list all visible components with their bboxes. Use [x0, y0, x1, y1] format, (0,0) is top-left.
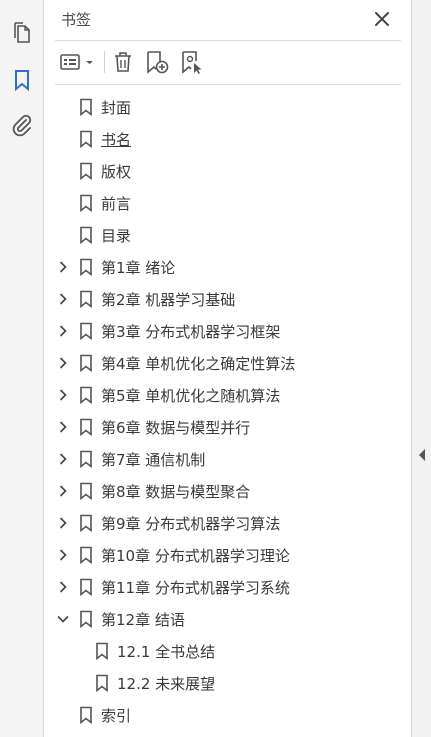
- chevron-down-icon[interactable]: [55, 611, 71, 627]
- chevron-right-icon[interactable]: [55, 451, 71, 467]
- bookmarks-toolbar: [45, 41, 411, 83]
- bookmark-label: 书名: [101, 131, 132, 149]
- bookmark-label: 第10章 分布式机器学习理论: [101, 547, 290, 565]
- bookmark-icon: [15, 70, 29, 91]
- bookmark-icon: [95, 642, 109, 661]
- bookmark-icon: [79, 514, 93, 533]
- chevron-right-icon[interactable]: [55, 483, 71, 499]
- chevron-right-icon[interactable]: [55, 547, 71, 563]
- new-bookmark-icon: [147, 51, 169, 74]
- close-icon: [375, 12, 389, 26]
- list-options-icon: [60, 54, 93, 70]
- bookmark-icon: [79, 482, 93, 501]
- bookmark-from-selection-button[interactable]: [179, 49, 205, 75]
- bookmark-label: 第12章 结语: [101, 611, 185, 629]
- bookmark-icon: [79, 610, 93, 629]
- chevron-right-icon[interactable]: [55, 259, 71, 275]
- bookmark-icon: [79, 290, 93, 309]
- bookmark-item[interactable]: 第4章 单机优化之确定性算法: [45, 347, 411, 379]
- bookmark-icon: [95, 674, 109, 693]
- pages-icon: [14, 22, 30, 43]
- bookmark-icon: [79, 194, 93, 213]
- bookmark-icon: [79, 386, 93, 405]
- bookmark-icon: [79, 258, 93, 277]
- chevron-right-icon[interactable]: [55, 419, 71, 435]
- chevron-right-icon[interactable]: [55, 291, 71, 307]
- bookmark-icon: [79, 130, 93, 149]
- bookmark-item[interactable]: 目录: [45, 219, 411, 251]
- bookmark-item[interactable]: 第10章 分布式机器学习理论: [45, 539, 411, 571]
- bookmark-item[interactable]: 第2章 机器学习基础: [45, 283, 411, 315]
- bookmarks-panel: 书签 封面 书名 版权 前言 目录 第1章 绪论 第2章 机器学习基础 第3章 …: [45, 0, 411, 737]
- trash-icon: [115, 52, 131, 72]
- toolbar-divider: [55, 84, 401, 85]
- chevron-right-icon[interactable]: [55, 323, 71, 339]
- bookmark-label: 版权: [101, 163, 132, 181]
- bookmark-item[interactable]: 12.1 全书总结: [45, 635, 411, 667]
- panel-header: 书签: [45, 0, 411, 40]
- bookmark-item[interactable]: 第1章 绪论: [45, 251, 411, 283]
- bookmark-label: 第3章 分布式机器学习框架: [101, 323, 281, 341]
- bookmark-item[interactable]: 第8章 数据与模型聚合: [45, 475, 411, 507]
- panel-title: 书签: [61, 11, 92, 29]
- toolbar-separator: [104, 51, 105, 73]
- bookmark-selection-icon: [182, 51, 202, 74]
- bookmark-item[interactable]: 版权: [45, 155, 411, 187]
- bookmark-item[interactable]: 12.2 未来展望: [45, 667, 411, 699]
- bookmark-icon: [79, 450, 93, 469]
- bookmark-item[interactable]: 第12章 结语: [45, 603, 411, 635]
- bookmark-label: 第5章 单机优化之随机算法: [101, 387, 281, 405]
- new-bookmark-button[interactable]: [144, 49, 170, 75]
- bookmark-label: 索引: [101, 707, 132, 725]
- bookmark-label: 第1章 绪论: [101, 259, 176, 277]
- bookmark-icon: [79, 354, 93, 373]
- bookmark-icon: [79, 162, 93, 181]
- bookmark-label: 第7章 通信机制: [101, 451, 206, 469]
- bookmark-item[interactable]: 第7章 通信机制: [45, 443, 411, 475]
- navigation-rail: [0, 0, 44, 737]
- bookmark-label: 第4章 单机优化之确定性算法: [101, 355, 296, 373]
- bookmark-item[interactable]: 第6章 数据与模型并行: [45, 411, 411, 443]
- chevron-right-icon[interactable]: [55, 579, 71, 595]
- page-thumbnails-button[interactable]: [8, 19, 36, 47]
- bookmark-label: 前言: [101, 195, 132, 213]
- bookmark-icon: [79, 578, 93, 597]
- bookmark-label: 目录: [101, 227, 132, 245]
- bookmark-item[interactable]: 前言: [45, 187, 411, 219]
- attachment-icon: [12, 114, 32, 137]
- bookmark-label: 第6章 数据与模型并行: [101, 419, 251, 437]
- bookmark-icon: [79, 418, 93, 437]
- chevron-right-icon[interactable]: [55, 387, 71, 403]
- bookmark-item[interactable]: 封面: [45, 91, 411, 123]
- close-panel-button[interactable]: [371, 8, 393, 30]
- bookmark-label: 第11章 分布式机器学习系统: [101, 579, 290, 597]
- chevron-right-icon[interactable]: [55, 515, 71, 531]
- bookmarks-button[interactable]: [8, 66, 36, 94]
- bookmark-icon: [79, 706, 93, 725]
- bookmark-item[interactable]: 第5章 单机优化之随机算法: [45, 379, 411, 411]
- bookmark-icon: [79, 226, 93, 245]
- bookmark-icon: [79, 98, 93, 117]
- delete-bookmark-button[interactable]: [111, 49, 135, 75]
- bookmark-label: 第9章 分布式机器学习算法: [101, 515, 281, 533]
- bookmark-label: 第8章 数据与模型聚合: [101, 483, 251, 501]
- bookmark-item[interactable]: 书名: [45, 123, 411, 155]
- bookmark-icon: [79, 546, 93, 565]
- chevron-right-icon[interactable]: [55, 355, 71, 371]
- bookmark-label: 12.2 未来展望: [117, 675, 216, 693]
- collapse-left-arrow-icon[interactable]: [417, 448, 427, 462]
- bookmark-icon: [79, 322, 93, 341]
- options-menu-button[interactable]: [59, 49, 97, 75]
- bookmark-item[interactable]: 第3章 分布式机器学习框架: [45, 315, 411, 347]
- bookmark-label: 第2章 机器学习基础: [101, 291, 236, 309]
- panel-collapse-strip: [411, 0, 431, 737]
- bookmark-label: 12.1 全书总结: [117, 643, 216, 661]
- bookmark-item[interactable]: 第9章 分布式机器学习算法: [45, 507, 411, 539]
- bookmark-item[interactable]: 第11章 分布式机器学习系统: [45, 571, 411, 603]
- bookmark-item[interactable]: 索引: [45, 699, 411, 731]
- attachments-button[interactable]: [8, 111, 36, 139]
- bookmark-label: 封面: [101, 99, 132, 117]
